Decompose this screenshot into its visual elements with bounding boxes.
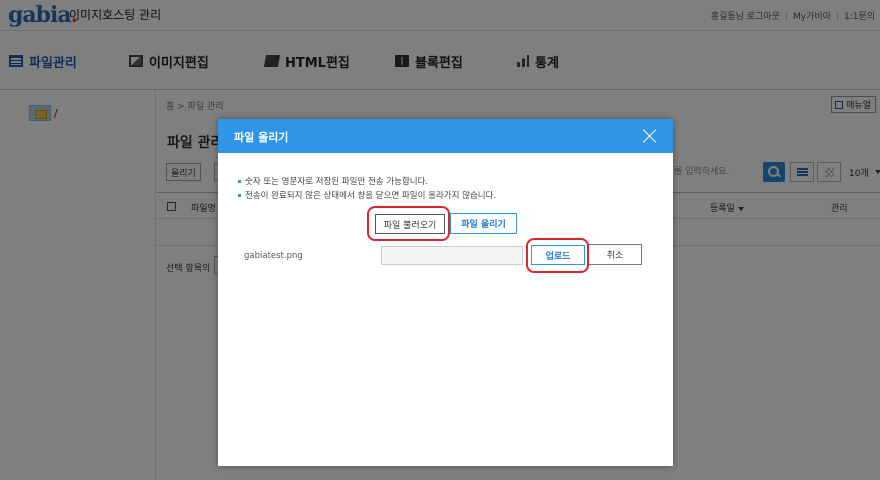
notice-text: 전송이 완료되지 않은 상태에서 창을 닫으면 파일이 올라가지 않습니다. xyxy=(238,189,496,201)
highlight-load-button xyxy=(367,206,450,241)
modal-title: 파일 올리기 xyxy=(234,131,289,144)
file-name-label: gabiatest.png xyxy=(244,251,303,261)
upload-file-button[interactable]: 파일 올리기 xyxy=(450,213,517,234)
file-path-input[interactable] xyxy=(381,246,523,265)
highlight-upload-button xyxy=(526,238,589,273)
upload-modal: 파일 올리기 숫자 또는 영문자로 저장된 파일만 전송 가능합니다. 전송이 … xyxy=(218,119,673,466)
modal-header: 파일 올리기 xyxy=(218,119,673,153)
cancel-button[interactable]: 취소 xyxy=(588,244,642,265)
notice-text: 숫자 또는 영문자로 저장된 파일만 전송 가능합니다. xyxy=(238,175,428,187)
close-icon[interactable] xyxy=(642,128,658,144)
